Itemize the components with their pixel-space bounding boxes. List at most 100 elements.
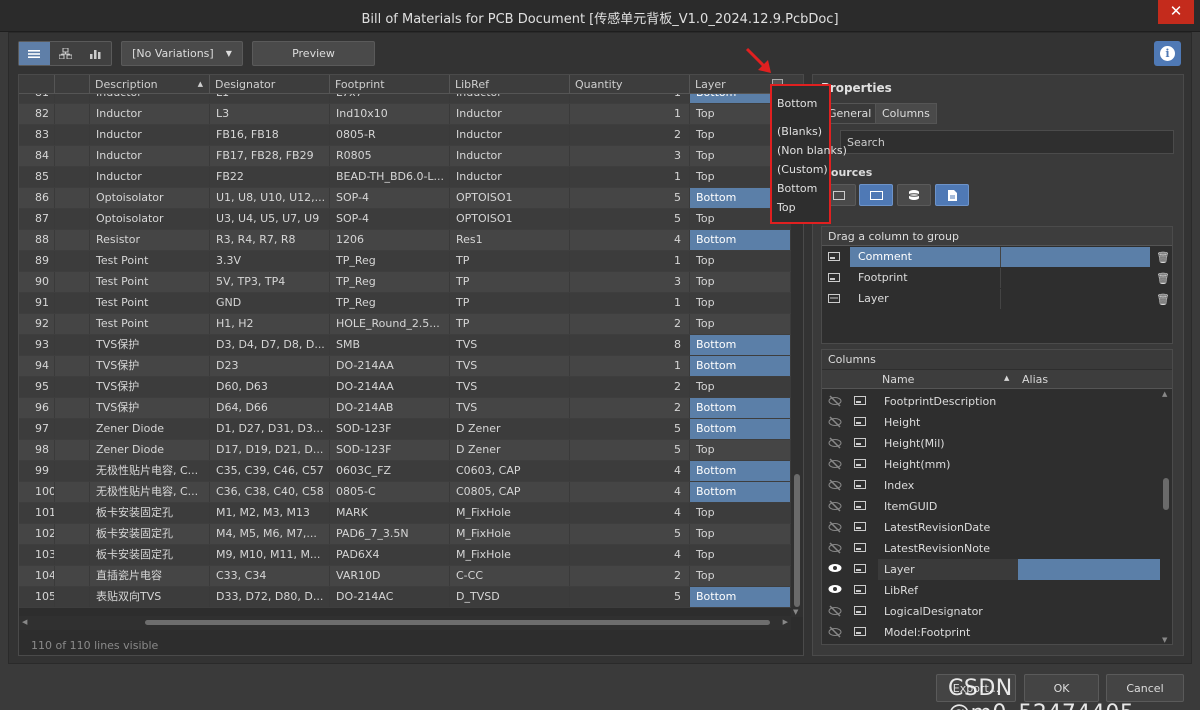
col-header-description[interactable]: Description ▲ xyxy=(90,75,210,94)
table-row[interactable]: 102 板卡安装固定孔 M4, M5, M6, M7,... PAD6_7_3.5N M… xyxy=(19,524,791,545)
eye-hidden-icon[interactable] xyxy=(828,395,842,410)
search-input[interactable]: Search xyxy=(840,130,1174,154)
column-item[interactable]: Height(mm) xyxy=(822,454,1160,475)
eye-hidden-icon[interactable] xyxy=(828,542,842,557)
column-alias[interactable] xyxy=(1018,412,1160,433)
scrollbar-thumb[interactable] xyxy=(1163,478,1169,510)
column-item[interactable]: Height(Mil) xyxy=(822,433,1160,454)
column-item[interactable]: LatestRevisionDate xyxy=(822,517,1160,538)
eye-icon[interactable] xyxy=(828,584,842,597)
col-header-libref[interactable]: LibRef xyxy=(450,75,570,94)
group-item[interactable]: Layer 🗑 xyxy=(822,289,1172,310)
variations-select[interactable]: [No Variations] ▼ xyxy=(121,41,243,66)
table-row[interactable]: 100 无极性贴片电容, C... C36, C38, C40, C58 0805-C… xyxy=(19,482,791,503)
eye-hidden-icon[interactable] xyxy=(828,605,842,620)
table-row[interactable]: 81InductorL1L7x7Inductor1Bottom xyxy=(19,94,791,104)
column-item[interactable]: ItemGUID xyxy=(822,496,1160,517)
eye-icon[interactable] xyxy=(828,563,842,576)
column-item[interactable]: Layer xyxy=(822,559,1160,580)
table-row[interactable]: 87 Optoisolator U3, U4, U5, U7, U9 SOP-4 OPT… xyxy=(19,209,791,230)
table-row[interactable]: 84 Inductor FB17, FB28, FB29 R0805 Inductor 3… xyxy=(19,146,791,167)
column-alias[interactable] xyxy=(1018,454,1160,475)
scroll-down-icon[interactable]: ▼ xyxy=(1162,636,1167,644)
column-alias[interactable] xyxy=(1018,517,1160,538)
column-item[interactable]: Height xyxy=(822,412,1160,433)
source-toggle-3[interactable] xyxy=(897,184,931,206)
eye-hidden-icon[interactable] xyxy=(828,500,842,515)
trash-icon[interactable]: 🗑 xyxy=(1156,293,1170,306)
col-header-quantity[interactable]: Quantity xyxy=(570,75,690,94)
column-alias[interactable] xyxy=(1018,559,1160,580)
eye-hidden-icon[interactable] xyxy=(828,416,842,431)
scroll-right-icon[interactable]: ▶ xyxy=(783,618,788,626)
table-row[interactable]: 94 TVS保护 D23 DO-214AA TVS 1 Bottom xyxy=(19,356,791,377)
view-mode-switch[interactable] xyxy=(18,41,112,66)
table-row[interactable]: 82 Inductor L3 Ind10x10 Inductor 1 Top xyxy=(19,104,791,125)
col-header-designator[interactable]: Designator xyxy=(210,75,330,94)
column-alias[interactable] xyxy=(1018,496,1160,517)
table-row[interactable]: 96 TVS保护 D64, D66 DO-214AB TVS 2 Bottom xyxy=(19,398,791,419)
table-row[interactable]: 98 Zener Diode D17, D19, D21, D... SOD-123F… xyxy=(19,440,791,461)
column-item[interactable]: FootprintDescription xyxy=(822,391,1160,412)
filter-option[interactable]: Top xyxy=(777,201,796,214)
eye-hidden-icon[interactable] xyxy=(828,521,842,536)
table-row[interactable]: 92 Test Point H1, H2 HOLE_Round_2.5... TP 2 To… xyxy=(19,314,791,335)
table-row[interactable]: 83 Inductor FB16, FB18 0805-R Inductor 2 Top xyxy=(19,125,791,146)
table-row[interactable]: 85 Inductor FB22 BEAD-TH_BD6.0-L... Inductor… xyxy=(19,167,791,188)
col-header-name[interactable]: Name xyxy=(882,373,914,386)
column-item[interactable]: Model:Footprint xyxy=(822,622,1160,643)
column-alias[interactable] xyxy=(1018,622,1160,643)
scrollbar-thumb[interactable] xyxy=(794,474,800,607)
close-icon[interactable]: ✕ xyxy=(1158,0,1194,24)
scroll-up-icon[interactable]: ▲ xyxy=(1162,390,1167,398)
filter-option[interactable]: (Custom) xyxy=(777,163,828,176)
eye-hidden-icon[interactable] xyxy=(828,626,842,641)
col-header-footprint[interactable]: Footprint xyxy=(330,75,450,94)
col-header-alias[interactable]: Alias xyxy=(1022,373,1048,386)
source-toggle-2[interactable] xyxy=(859,184,893,206)
table-row[interactable]: 104 直插瓷片电容 C33, C34 VAR10D C-CC 2 Top xyxy=(19,566,791,587)
column-alias[interactable] xyxy=(1018,580,1160,601)
table-row[interactable]: 105 表贴双向TVS D33, D72, D80, D... DO-214AC D_T… xyxy=(19,587,791,608)
trash-icon[interactable]: 🗑 xyxy=(1156,251,1170,264)
table-row[interactable]: 90 Test Point 5V, TP3, TP4 TP_Reg TP 3 Top xyxy=(19,272,791,293)
hierarchy-view-icon[interactable] xyxy=(50,42,81,65)
table-row[interactable]: 97 Zener Diode D1, D27, D31, D3... SOD-123F… xyxy=(19,419,791,440)
filter-option[interactable]: Bottom xyxy=(777,97,817,110)
horizontal-scrollbar[interactable]: ◀ ▶ xyxy=(19,616,791,630)
filter-option[interactable]: (Non blanks) xyxy=(777,144,847,157)
column-alias[interactable] xyxy=(1018,475,1160,496)
column-alias[interactable] xyxy=(1018,391,1160,412)
group-item[interactable]: Footprint 🗑 xyxy=(822,268,1172,289)
table-row[interactable]: 89 Test Point 3.3V TP_Reg TP 1 Top xyxy=(19,251,791,272)
chart-view-icon[interactable] xyxy=(80,42,111,65)
table-row[interactable]: 101 板卡安装固定孔 M1, M2, M3, M13 MARK M_FixHole 4 T… xyxy=(19,503,791,524)
eye-hidden-icon[interactable] xyxy=(828,479,842,494)
columns-scrollbar[interactable]: ▲ ▼ xyxy=(1160,390,1172,644)
scrollbar-thumb[interactable] xyxy=(145,620,770,625)
column-item[interactable]: LatestRevisionNote xyxy=(822,538,1160,559)
scroll-down-icon[interactable]: ▼ xyxy=(793,608,798,616)
scroll-left-icon[interactable]: ◀ xyxy=(22,618,27,626)
tab-columns[interactable]: Columns xyxy=(875,103,937,124)
filter-option[interactable]: (Blanks) xyxy=(777,125,822,138)
column-item[interactable]: LibRef xyxy=(822,580,1160,601)
preview-button[interactable]: Preview xyxy=(252,41,375,66)
flat-view-icon[interactable] xyxy=(19,42,50,65)
eye-hidden-icon[interactable] xyxy=(828,458,842,473)
column-item[interactable]: Index xyxy=(822,475,1160,496)
eye-hidden-icon[interactable] xyxy=(828,437,842,452)
table-row[interactable]: 95 TVS保护 D60, D63 DO-214AA TVS 2 Top xyxy=(19,377,791,398)
table-row[interactable]: 88 Resistor R3, R4, R7, R8 1206 Res1 4 Bottom xyxy=(19,230,791,251)
trash-icon[interactable]: 🗑 xyxy=(1156,272,1170,285)
column-alias[interactable] xyxy=(1018,601,1160,622)
filter-option[interactable]: Bottom xyxy=(777,182,817,195)
group-item[interactable]: Comment 🗑 xyxy=(822,247,1172,268)
info-button[interactable]: i xyxy=(1154,41,1181,66)
column-alias[interactable] xyxy=(1018,433,1160,454)
table-row[interactable]: 99 无极性贴片电容, C... C35, C39, C46, C57 0603C_F… xyxy=(19,461,791,482)
source-toggle-4[interactable] xyxy=(935,184,969,206)
column-alias[interactable] xyxy=(1018,538,1160,559)
table-row[interactable]: 86 Optoisolator U1, U8, U10, U12,... SOP-4 O… xyxy=(19,188,791,209)
table-row[interactable]: 93 TVS保护 D3, D4, D7, D8, D... SMB TVS 8 Bottom xyxy=(19,335,791,356)
